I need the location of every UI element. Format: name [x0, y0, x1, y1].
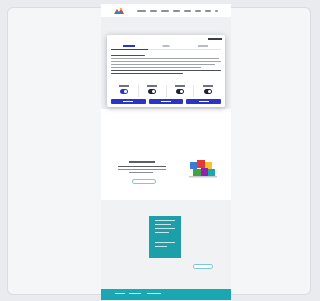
- deny-button[interactable]: [111, 99, 146, 104]
- toggle-marketing[interactable]: [194, 85, 221, 97]
- toggle-necessary[interactable]: [111, 85, 139, 97]
- welcome-text: [118, 166, 166, 168]
- ebook-section: [101, 200, 231, 289]
- allow-selection-button[interactable]: [148, 99, 184, 104]
- nav-item[interactable]: [215, 10, 218, 12]
- ebook-cover[interactable]: [149, 216, 181, 258]
- toggle-statistics[interactable]: [167, 85, 195, 97]
- consent-tabs: [111, 44, 222, 50]
- consent-buttons: [111, 99, 222, 104]
- welcome-cta-button[interactable]: [132, 179, 156, 184]
- website-page: [101, 4, 231, 300]
- tab-consent[interactable]: [111, 44, 148, 50]
- tab-details[interactable]: [147, 44, 185, 50]
- toggle-switch[interactable]: [148, 89, 157, 94]
- welcome-text: [129, 172, 153, 174]
- nav-item[interactable]: [205, 10, 211, 12]
- nav-item[interactable]: [150, 10, 157, 12]
- tab-about[interactable]: [184, 44, 222, 50]
- main-nav: [137, 10, 218, 12]
- nav-item[interactable]: [173, 10, 180, 12]
- consent-category-toggles: [111, 85, 221, 97]
- welcome-section: [101, 154, 231, 196]
- ebook-cta-button[interactable]: [193, 264, 213, 269]
- toggle-switch[interactable]: [203, 89, 212, 94]
- powered-by-logo: [208, 38, 222, 40]
- toggle-preferences[interactable]: [139, 85, 167, 97]
- allow-all-button[interactable]: [186, 99, 222, 104]
- nav-item[interactable]: [184, 10, 191, 12]
- welcome-heading: [129, 161, 155, 163]
- consent-text: [111, 55, 221, 76]
- welcome-text: [118, 169, 166, 171]
- nav-item[interactable]: [195, 10, 201, 12]
- site-footer: [101, 289, 231, 300]
- nav-item[interactable]: [161, 10, 169, 12]
- site-header: [101, 4, 231, 17]
- toggle-switch[interactable]: [175, 89, 184, 94]
- site-logo[interactable]: [114, 7, 124, 14]
- nav-item[interactable]: [137, 10, 146, 12]
- toggle-switch[interactable]: [120, 89, 129, 94]
- colorful-blocks-illustration: [189, 160, 217, 178]
- cookie-consent-dialog: [107, 35, 225, 107]
